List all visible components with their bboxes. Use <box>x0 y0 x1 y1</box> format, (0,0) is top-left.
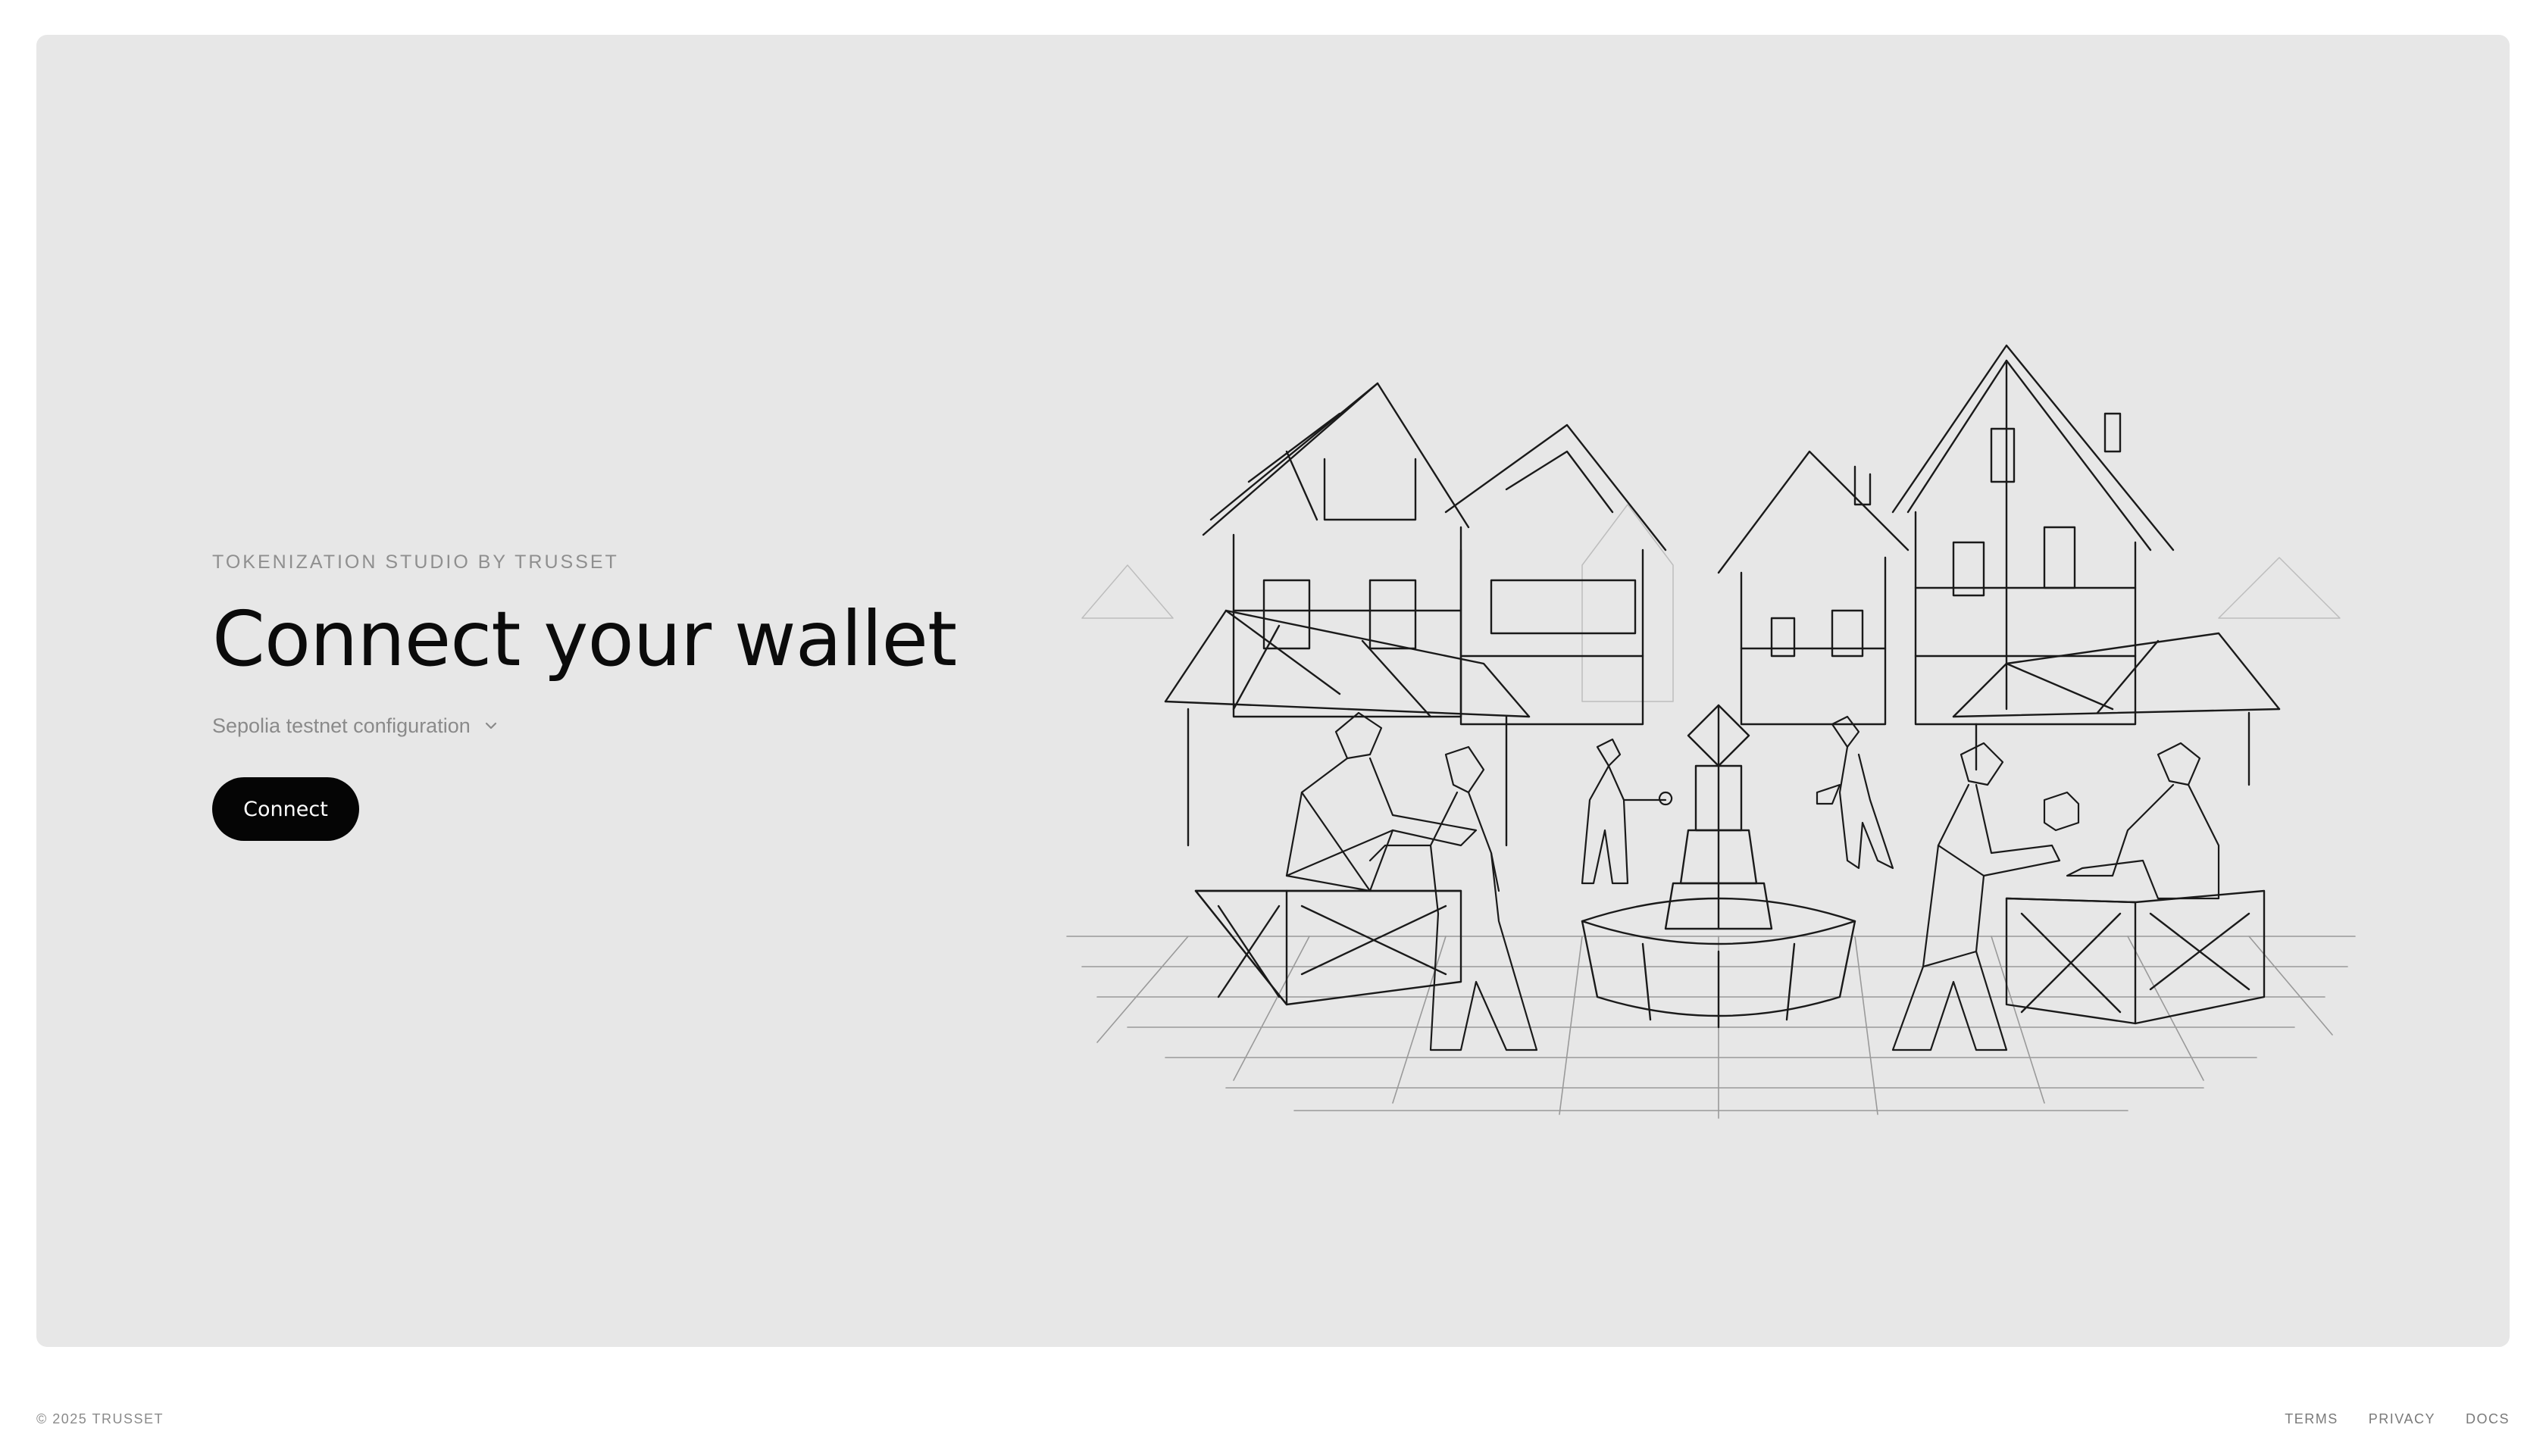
house-left <box>1202 382 1470 718</box>
person-left-walking <box>1368 745 1538 1051</box>
page: TOKENIZATION STUDIO BY TRUSSET Connect y… <box>0 0 2546 1456</box>
eyebrow-label: TOKENIZATION STUDIO BY TRUSSET <box>212 551 619 573</box>
fountain <box>1581 704 1856 1029</box>
house-right <box>1891 344 2175 726</box>
footer-link-terms[interactable]: TERMS <box>2285 1411 2338 1427</box>
connect-button[interactable]: Connect <box>212 777 359 841</box>
footer: © 2025 TRUSSET TERMS PRIVACY DOCS <box>36 1408 2510 1430</box>
house-third <box>1717 450 1910 726</box>
footer-link-docs[interactable]: DOCS <box>2466 1411 2510 1427</box>
person-back-left <box>1581 738 1673 885</box>
network-selector-label: Sepolia testnet configuration <box>212 714 471 737</box>
copyright-text: © 2025 TRUSSET <box>36 1411 164 1426</box>
market-stall-right <box>1952 632 2281 1025</box>
house-second <box>1444 423 1667 726</box>
footer-links: TERMS PRIVACY DOCS <box>2285 1411 2510 1427</box>
market-square-illustration <box>1066 344 2356 1119</box>
person-right-walking <box>1891 742 2061 1051</box>
ground-grid <box>1066 936 2356 1119</box>
footer-link-privacy[interactable]: PRIVACY <box>2369 1411 2435 1427</box>
hero-card: TOKENIZATION STUDIO BY TRUSSET Connect y… <box>36 35 2510 1347</box>
network-selector[interactable]: Sepolia testnet configuration <box>212 711 498 741</box>
connect-panel: TOKENIZATION STUDIO BY TRUSSET Connect y… <box>212 547 1046 841</box>
background-houses <box>1081 504 2341 702</box>
chevron-down-icon <box>484 721 498 730</box>
person-back-right <box>1816 715 1894 870</box>
person-left-vendor <box>1285 711 1478 892</box>
person-right-vendor <box>2043 742 2220 900</box>
page-title: Connect your wallet <box>212 595 957 683</box>
